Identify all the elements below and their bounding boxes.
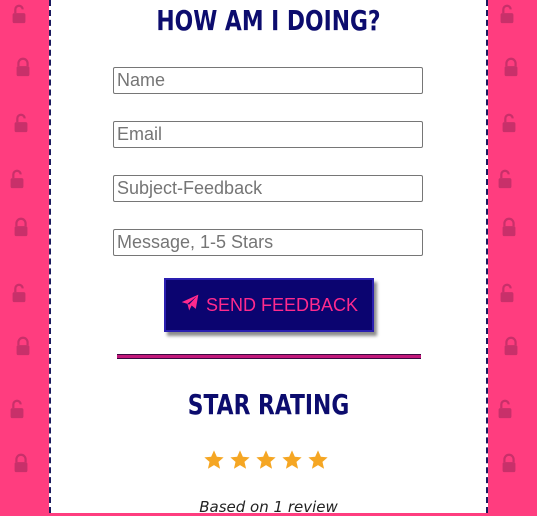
page-title: HOW AM I DOING?	[156, 4, 381, 37]
star-rating	[203, 449, 329, 471]
background-pattern-left	[0, 0, 49, 513]
unlock-icon	[494, 398, 516, 420]
unlock-icon	[8, 282, 30, 304]
paper-plane-icon	[180, 293, 200, 318]
star-icon	[255, 449, 277, 471]
subject-input[interactable]	[113, 175, 423, 202]
review-summary: Based on 1 review	[199, 498, 338, 516]
unlock-icon	[498, 216, 520, 238]
unlock-icon	[10, 112, 32, 134]
send-feedback-button[interactable]: SEND FEEDBACK	[164, 278, 374, 332]
unlock-icon	[498, 452, 520, 474]
unlock-icon	[500, 335, 522, 357]
unlock-icon	[10, 452, 32, 474]
star-icon	[281, 449, 303, 471]
unlock-icon	[496, 3, 518, 25]
unlock-icon	[8, 3, 30, 25]
star-icon	[307, 449, 329, 471]
message-input[interactable]	[113, 229, 423, 256]
background-pattern-right	[488, 0, 537, 513]
star-icon	[229, 449, 251, 471]
unlock-icon	[12, 56, 34, 78]
unlock-icon	[12, 335, 34, 357]
send-feedback-label: SEND FEEDBACK	[205, 294, 359, 315]
name-input[interactable]	[113, 67, 423, 94]
unlock-icon	[6, 398, 28, 420]
unlock-icon	[500, 56, 522, 78]
unlock-icon	[6, 168, 28, 190]
feedback-panel: HOW AM I DOING? SEND FEEDBACK STAR RATIN…	[49, 0, 488, 516]
star-icon	[203, 449, 225, 471]
unlock-icon	[496, 282, 518, 304]
email-input[interactable]	[113, 121, 423, 148]
unlock-icon	[498, 112, 520, 134]
unlock-icon	[10, 216, 32, 238]
rating-title: STAR RATING	[187, 388, 350, 421]
unlock-icon	[494, 168, 516, 190]
section-divider	[117, 354, 421, 359]
